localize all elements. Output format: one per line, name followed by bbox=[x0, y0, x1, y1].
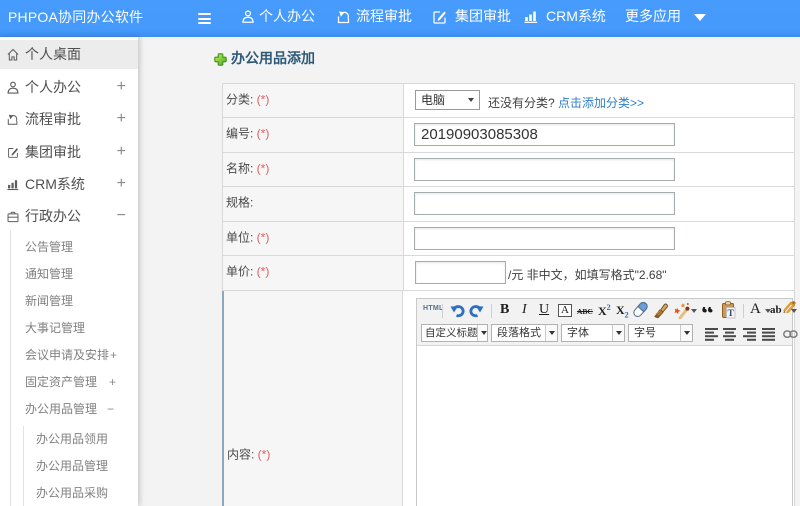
svg-text:T: T bbox=[728, 309, 735, 319]
